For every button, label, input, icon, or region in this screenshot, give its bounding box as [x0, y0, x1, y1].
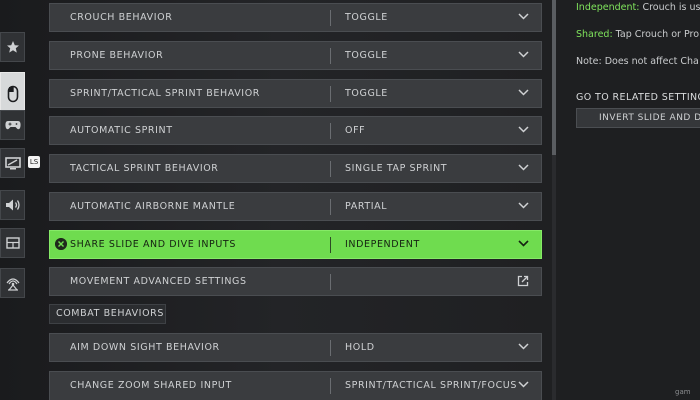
rail-item-controller[interactable]: [0, 110, 25, 140]
info-text: Crouch is us: [639, 2, 700, 13]
row-divider: [330, 48, 331, 64]
row-divider: [330, 378, 331, 394]
setting-change-zoom[interactable]: CHANGE ZOOM SHARED INPUT SPRINT/TACTICAL…: [49, 371, 542, 400]
setting-movement-advanced[interactable]: MOVEMENT ADVANCED SETTINGS: [49, 267, 542, 296]
chevron-down-icon: [518, 240, 529, 247]
related-setting-button[interactable]: INVERT SLIDE AND DIVE: [576, 108, 700, 128]
rail-item-interface[interactable]: [0, 228, 25, 258]
setting-label: TACTICAL SPRINT BEHAVIOR: [70, 163, 219, 174]
rail-item-account[interactable]: [0, 268, 25, 298]
row-divider: [330, 123, 331, 139]
star-icon: [6, 41, 19, 53]
network-icon: [6, 278, 19, 291]
info-line-independent: Independent: Crouch is us: [576, 2, 700, 13]
info-keyword: Shared:: [576, 29, 613, 40]
reset-icon[interactable]: [55, 238, 67, 250]
info-line-shared: Shared: Tap Crouch or Pro: [576, 29, 699, 40]
section-combat-behaviors: COMBAT BEHAVIORS: [49, 304, 166, 324]
setting-value: TOGGLE: [345, 12, 388, 23]
chevron-down-icon: [518, 164, 529, 171]
info-line-note: Note: Does not affect Cha: [576, 56, 699, 67]
mouse-icon: [7, 85, 18, 103]
setting-value: OFF: [345, 125, 366, 136]
setting-label: AUTOMATIC AIRBORNE MANTLE: [70, 201, 236, 212]
row-divider: [330, 199, 331, 215]
setting-tactical-sprint-behavior[interactable]: TACTICAL SPRINT BEHAVIOR SINGLE TAP SPRI…: [49, 154, 542, 183]
info-keyword: Independent:: [576, 2, 640, 13]
setting-label: PRONE BEHAVIOR: [70, 50, 164, 61]
setting-label: MOVEMENT ADVANCED SETTINGS: [70, 276, 247, 287]
chevron-down-icon: [518, 343, 529, 350]
chevron-down-icon: [518, 89, 529, 96]
setting-label: CROUCH BEHAVIOR: [70, 12, 173, 23]
row-divider: [330, 237, 331, 253]
chevron-down-icon: [518, 51, 529, 58]
layout-icon: [5, 237, 20, 249]
setting-label: CHANGE ZOOM SHARED INPUT: [70, 380, 232, 391]
chevron-down-icon: [518, 13, 529, 20]
rail-item-audio[interactable]: [0, 190, 25, 220]
setting-label: AIM DOWN SIGHT BEHAVIOR: [70, 342, 220, 353]
monitor-icon: [4, 156, 21, 169]
setting-sprint-behavior[interactable]: SPRINT/TACTICAL SPRINT BEHAVIOR TOGGLE: [49, 79, 542, 108]
setting-label: SHARE SLIDE AND DIVE INPUTS: [70, 239, 236, 250]
row-divider: [330, 10, 331, 26]
setting-automatic-sprint[interactable]: AUTOMATIC SPRINT OFF: [49, 116, 542, 145]
external-link-icon: [517, 275, 529, 287]
setting-value: SINGLE TAP SPRINT: [345, 163, 448, 174]
setting-label: AUTOMATIC SPRINT: [70, 125, 173, 136]
setting-value: TOGGLE: [345, 88, 388, 99]
chevron-down-icon: [518, 126, 529, 133]
row-divider: [330, 340, 331, 356]
setting-value: SPRINT/TACTICAL SPRINT/FOCUS: [345, 380, 517, 391]
setting-share-slide-dive[interactable]: SHARE SLIDE AND DIVE INPUTS INDEPENDENT: [49, 230, 542, 259]
info-panel: Independent: Crouch is us Shared: Tap Cr…: [556, 0, 700, 400]
setting-crouch-behavior[interactable]: CROUCH BEHAVIOR TOGGLE: [49, 3, 542, 32]
setting-value: INDEPENDENT: [345, 239, 420, 250]
rail-item-graphics[interactable]: [0, 148, 25, 178]
row-divider: [330, 86, 331, 102]
rail-item-favorites[interactable]: [0, 32, 25, 62]
setting-label: SPRINT/TACTICAL SPRINT BEHAVIOR: [70, 88, 260, 99]
setting-aim-down-sight[interactable]: AIM DOWN SIGHT BEHAVIOR HOLD: [49, 333, 542, 362]
chevron-down-icon: [518, 202, 529, 209]
setting-airborne-mantle[interactable]: AUTOMATIC AIRBORNE MANTLE PARTIAL: [49, 192, 542, 221]
setting-value: PARTIAL: [345, 201, 388, 212]
chevron-down-icon: [518, 381, 529, 388]
setting-value: HOLD: [345, 342, 375, 353]
cursor-tag: LS: [28, 156, 40, 168]
row-divider: [330, 161, 331, 177]
setting-prone-behavior[interactable]: PRONE BEHAVIOR TOGGLE: [49, 41, 542, 70]
setting-value: TOGGLE: [345, 50, 388, 61]
watermark: gam: [675, 388, 691, 396]
related-settings-title: GO TO RELATED SETTINGS: [576, 92, 700, 103]
gamepad-icon: [4, 121, 21, 130]
speaker-icon: [5, 199, 20, 211]
row-divider: [330, 274, 331, 290]
info-text: Tap Crouch or Pro: [612, 29, 700, 40]
